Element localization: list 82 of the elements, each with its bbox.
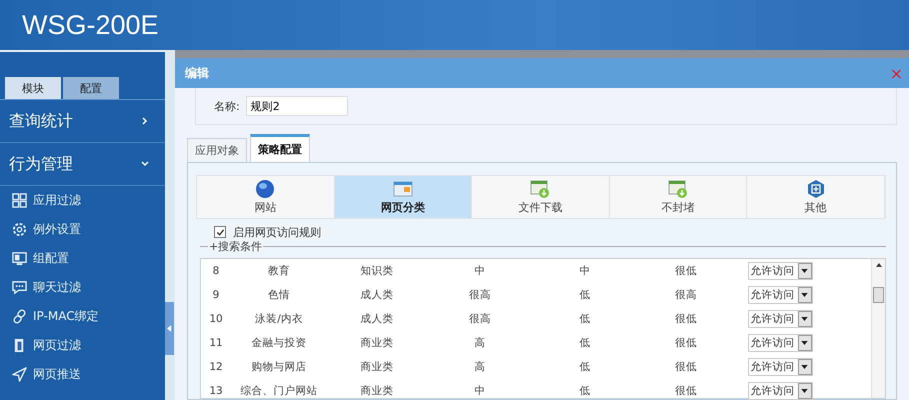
table-cell-text: 商业类 xyxy=(360,384,394,398)
dialog-title: 编辑 xyxy=(185,64,209,82)
table-cell-text: 泳装/内衣 xyxy=(254,312,304,326)
link-icon xyxy=(12,309,27,324)
checkbox-label: 启用网页访问规则 xyxy=(233,224,321,240)
table-cell-text: 很高 xyxy=(468,312,492,326)
action-dropdown[interactable]: 允许访问 xyxy=(748,358,812,376)
collapse-handle[interactable] xyxy=(165,302,174,355)
sidebar-tab[interactable]: 配置 xyxy=(63,77,119,99)
table-cell-text: 中 xyxy=(578,264,592,278)
table-cell-text: 很低 xyxy=(674,336,698,350)
chat-icon xyxy=(12,280,27,295)
table-cell-text: 知识类 xyxy=(360,264,394,278)
search-conditions-toggle[interactable]: +搜索条件 xyxy=(208,238,264,254)
table-cell-text: 高 xyxy=(474,336,486,350)
table-cell-text: 12 xyxy=(208,361,224,373)
dropdown-arrow-icon xyxy=(801,269,808,273)
hexagon-icon xyxy=(806,179,826,199)
checkbox[interactable] xyxy=(214,226,226,238)
table-cell-text: 8 xyxy=(212,265,220,277)
scrollbar-thumb[interactable] xyxy=(873,287,884,303)
table-cell-text: 购物与网店 xyxy=(250,360,308,374)
action-dropdown[interactable]: 允许访问 xyxy=(748,286,812,304)
table-cell-text: 13 xyxy=(208,385,224,397)
dropdown-arrow-icon xyxy=(801,341,808,345)
table-cell-text: 金融与投资 xyxy=(250,336,308,350)
paper-plane-icon xyxy=(12,367,27,382)
table-cell-text: 教育 xyxy=(267,264,291,278)
monitor-icon xyxy=(12,251,27,266)
tab[interactable]: 策略配置 xyxy=(250,134,310,162)
window-icon xyxy=(392,179,413,199)
action-dropdown[interactable]: 允许访问 xyxy=(748,310,812,328)
download-icon xyxy=(530,179,550,199)
table-cell-text: 低 xyxy=(578,384,592,398)
grid-icon xyxy=(12,193,27,208)
dropdown-arrow-icon xyxy=(801,317,808,321)
table-cell-text: 中 xyxy=(474,384,486,398)
table-cell-text: 很高 xyxy=(674,288,698,302)
dropdown-arrow-icon xyxy=(801,293,808,297)
table-cell-text: 低 xyxy=(578,336,592,350)
download-icon xyxy=(668,179,688,199)
scroll-up-icon[interactable] xyxy=(876,263,882,267)
table-cell-text: 低 xyxy=(578,312,592,326)
scrollbar[interactable] xyxy=(871,259,885,398)
table-cell-text: 很低 xyxy=(674,264,698,278)
category-button[interactable]: 不封堵 xyxy=(610,176,748,218)
tab[interactable]: 应用对象 xyxy=(187,138,247,162)
product-title: WSG-200E xyxy=(22,10,159,40)
action-dropdown[interactable]: 允许访问 xyxy=(748,382,812,400)
table-cell-text: 10 xyxy=(208,313,224,325)
table-cell-text: 高 xyxy=(474,360,486,374)
globe-icon xyxy=(255,179,276,199)
table-cell-text: 很高 xyxy=(468,288,492,302)
table-cell-text: 11 xyxy=(208,337,224,349)
category-button[interactable]: 其他 xyxy=(747,176,885,218)
category-button[interactable]: 网页分类 xyxy=(334,176,472,218)
table-cell-text: 商业类 xyxy=(360,336,394,350)
action-dropdown[interactable]: 允许访问 xyxy=(748,262,812,280)
name-label: 名称: xyxy=(214,98,240,114)
category-button[interactable]: 网站 xyxy=(197,176,335,218)
table-cell-text: 中 xyxy=(474,264,486,278)
table-cell-text: 成人类 xyxy=(360,288,394,302)
gear-icon xyxy=(12,222,27,237)
category-button[interactable]: 文件下载 xyxy=(472,176,610,218)
table-cell-text: 色情 xyxy=(267,288,291,302)
table-cell-text: 9 xyxy=(212,289,220,301)
action-dropdown[interactable]: 允许访问 xyxy=(748,334,812,352)
table-cell-text: 成人类 xyxy=(360,312,394,326)
table-cell-text: 低 xyxy=(578,360,592,374)
dropdown-arrow-icon xyxy=(801,365,808,369)
sidebar-tab[interactable]: 模块 xyxy=(5,77,61,99)
table-cell-text: 很低 xyxy=(674,360,698,374)
chevron-icon xyxy=(140,159,150,169)
name-field[interactable]: 规则2 xyxy=(246,96,348,116)
chevron-icon xyxy=(140,116,150,126)
table-cell-text: 综合、门户网站 xyxy=(240,384,318,398)
table-cell-text: 商业类 xyxy=(360,360,394,374)
table-cell-text: 低 xyxy=(578,288,592,302)
table-cell-text: 很低 xyxy=(674,384,698,398)
collapse-arrow-icon xyxy=(167,325,172,332)
dropdown-arrow-icon xyxy=(801,389,808,393)
table-cell-text: 很低 xyxy=(674,312,698,326)
